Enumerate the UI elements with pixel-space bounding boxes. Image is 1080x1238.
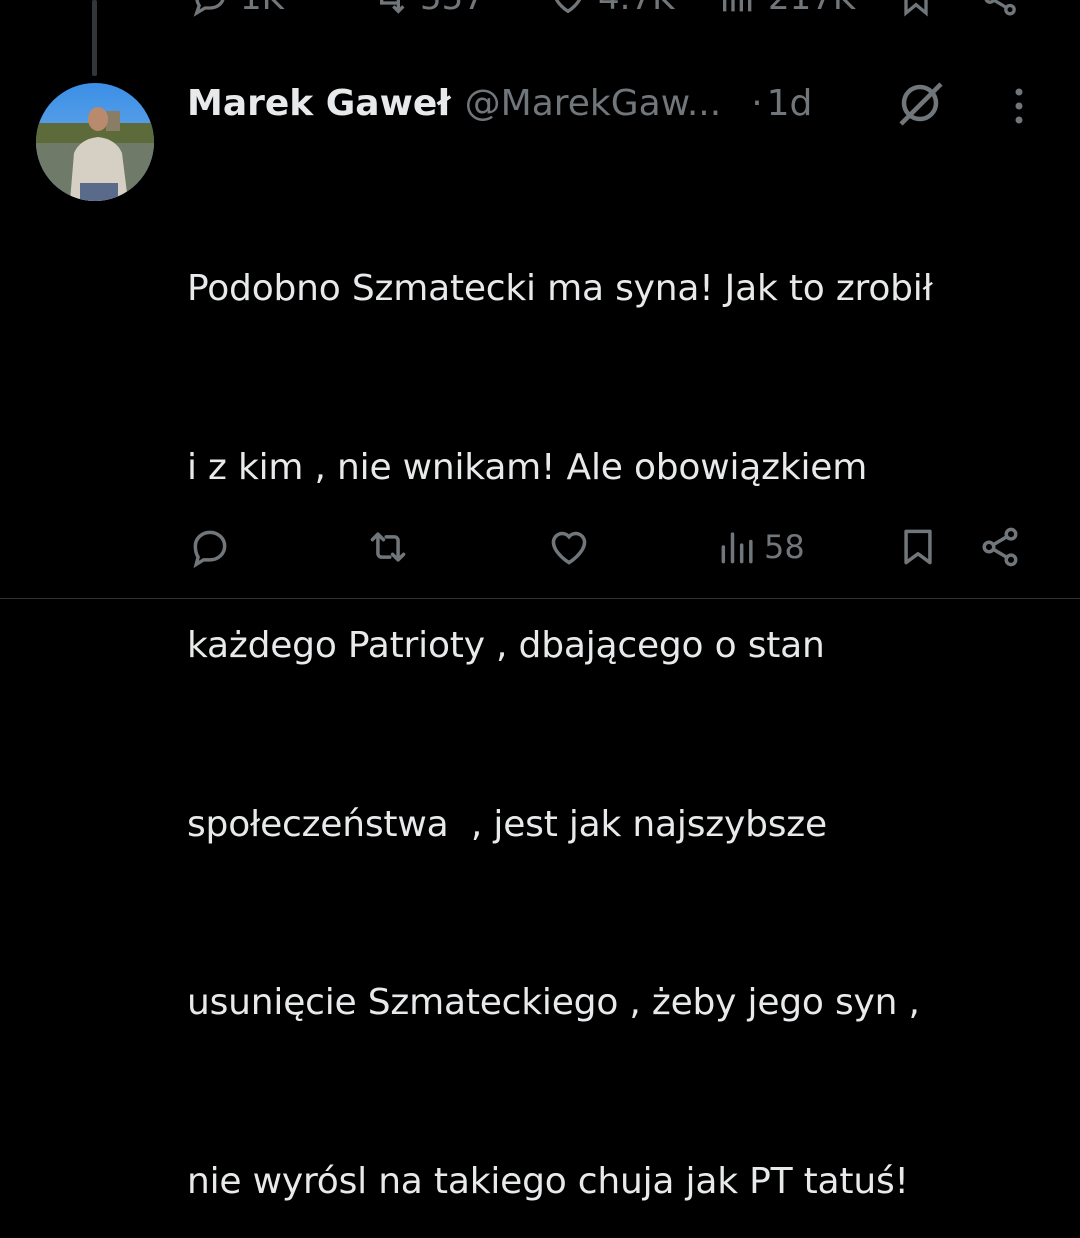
bookmark-icon: [904, 529, 932, 565]
heart-icon: [554, 0, 582, 14]
share-icon: [984, 0, 1016, 16]
profile-photo: [36, 83, 154, 201]
prev-views-count: 217K: [768, 0, 855, 18]
retweet-icon: [370, 532, 406, 562]
user-handle[interactable]: @MarekGaw...: [465, 83, 722, 124]
tweet-text-line: usunięcie Szmateckiego , żeby jego syn ,: [187, 982, 920, 1023]
speech-bubble-icon: [193, 0, 225, 17]
bar-chart-icon: [723, 0, 752, 12]
retweet-icon: [380, 0, 405, 14]
avatar[interactable]: [36, 83, 154, 201]
prev-views-button[interactable]: 217K: [718, 0, 855, 18]
prev-reply-button[interactable]: 1K: [190, 0, 284, 18]
bookmark-button[interactable]: [896, 522, 940, 572]
speech-bubble-icon: [193, 530, 227, 569]
bookmark-icon: [904, 0, 928, 17]
tweet-text-line: nie wyrósl na takiego chuja jak PT tatuś…: [187, 1160, 909, 1202]
tweet-action-bar: 58: [0, 522, 1080, 572]
views-button[interactable]: 58: [716, 522, 805, 572]
views-count: 58: [764, 528, 805, 566]
more-vertical-icon[interactable]: [1004, 86, 1034, 126]
tweet-text-line: Podobno Szmatecki ma syna! Jak to zrobił: [187, 268, 933, 309]
tweet-text-line: i z kim , nie wnikam! Ale obowiązkiem: [187, 446, 868, 488]
share-icon: [982, 527, 1018, 567]
retweet-button[interactable]: [366, 522, 410, 572]
like-button[interactable]: [547, 522, 591, 572]
prev-bookmark-button[interactable]: [896, 0, 936, 18]
tweet-header: Marek Gaweł @MarekGaw... · 1d: [187, 78, 812, 128]
share-button[interactable]: [978, 522, 1022, 572]
prev-reply-count: 1K: [240, 0, 284, 18]
divider: [0, 598, 1080, 599]
tweet-text-line: każdego Patrioty , dbającego o stan: [187, 625, 825, 666]
display-name[interactable]: Marek Gaweł: [187, 83, 451, 124]
prev-share-button[interactable]: [980, 0, 1020, 18]
heart-icon: [551, 531, 587, 565]
tweet-text-line: społeczeństwa , jest jak najszybsze: [187, 803, 827, 845]
prev-like-count: 4.7K: [598, 0, 674, 18]
previous-tweet-action-bar: 1K 557 4.7K 217K: [0, 0, 1080, 18]
reply-button[interactable]: [188, 522, 232, 572]
prev-like-button[interactable]: 4.7K: [548, 0, 674, 18]
prev-retweet-count: 557: [420, 0, 485, 18]
bar-chart-icon: [721, 532, 753, 564]
grok-icon[interactable]: [893, 78, 947, 128]
prev-retweet-button[interactable]: 557: [370, 0, 485, 18]
tweet-timestamp[interactable]: 1d: [767, 83, 813, 124]
separator-dot: ·: [751, 82, 763, 124]
tweet-text: Podobno Szmatecki ma syna! Jak to zrobił…: [187, 140, 1067, 1238]
